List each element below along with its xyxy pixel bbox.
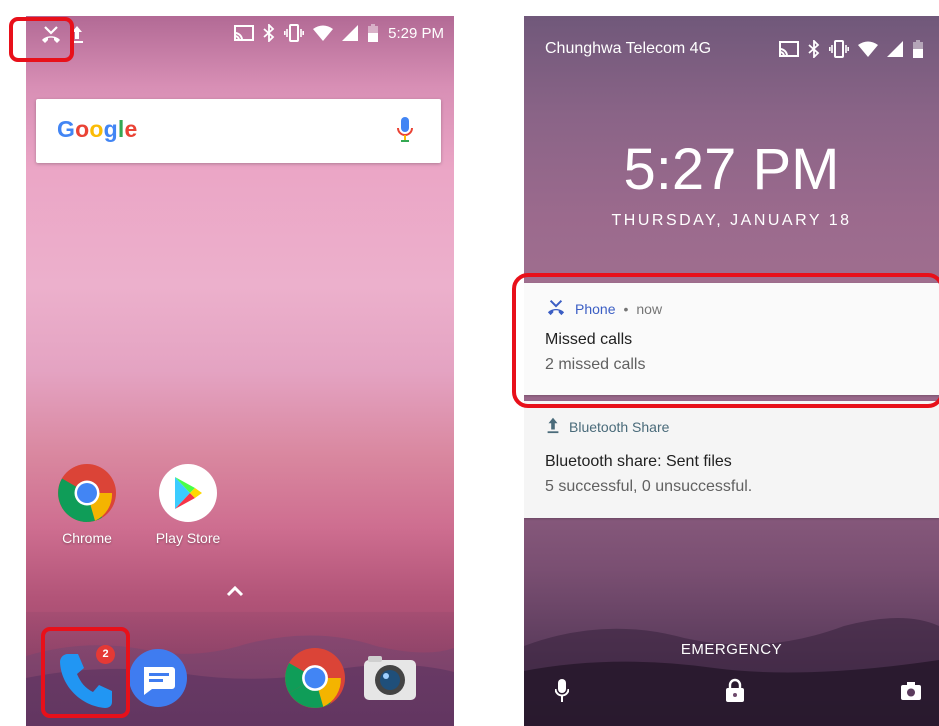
google-search-bar[interactable]: Google [36,99,441,163]
dock-chrome-app[interactable] [285,648,345,713]
vibrate-icon [284,24,305,42]
battery-icon [912,40,924,58]
highlight-missed-call-status-icon [9,17,74,62]
highlight-phone-badge [41,627,130,718]
chrome-icon [285,648,345,712]
emergency-button[interactable]: EMERGENCY [524,641,939,658]
logo-letter: g [103,116,118,142]
lock-icon [725,678,745,707]
notification-body: 5 successful, 0 unsuccessful. [545,478,753,495]
logo-letter: G [57,116,76,142]
wifi-icon [858,41,878,57]
cast-icon [779,41,799,57]
camera-icon[interactable] [900,682,922,705]
status-time: 5:29 PM [388,24,444,42]
dock-messages-app[interactable] [128,648,188,713]
app-chrome[interactable]: Chrome [42,464,132,546]
bluetooth-icon [808,40,820,58]
notification-title: Bluetooth share: Sent files [545,453,732,470]
bluetooth-icon [263,24,275,42]
lock-clock: 5:27 PM [623,137,840,202]
logo-letter: o [89,116,104,142]
carrier-label: Chunghwa Telecom 4G [545,40,712,57]
messages-icon [128,649,188,712]
battery-icon [367,24,379,42]
camera-icon [360,656,420,712]
chrome-icon [58,464,116,522]
app-label: Chrome [62,530,112,546]
cast-icon [234,25,255,41]
chevron-up-icon[interactable] [225,584,245,603]
lock-status-bar[interactable]: Chunghwa Telecom 4G [524,16,939,66]
wifi-icon [313,25,334,41]
dock-camera-app[interactable] [360,648,420,713]
signal-icon [342,25,359,41]
vibrate-icon [829,40,849,58]
app-label: Play Store [155,530,221,546]
signal-icon [887,41,903,57]
status-bar[interactable]: 5:29 PM [26,16,454,54]
logo-letter: o [75,116,90,142]
upload-icon [545,416,561,437]
logo-letter: e [124,116,138,142]
highlight-missed-calls-notification [512,273,939,408]
google-logo: Google [57,116,137,143]
notification-bluetooth-share[interactable]: Bluetooth Share Bluetooth share: Sent fi… [524,401,939,518]
lock-date: THURSDAY, JANUARY 18 [611,212,852,229]
mic-icon[interactable] [397,117,413,148]
home-screen: 5:29 PM Google Chrome Play Store 2 [26,16,454,726]
screenshot-canvas: 5:29 PM Google Chrome Play Store 2 Chung… [0,0,939,726]
mic-icon[interactable] [554,679,570,708]
app-play-store[interactable]: Play Store [143,464,233,546]
notification-app-name: Bluetooth Share [569,418,670,435]
play-store-icon [159,464,217,522]
